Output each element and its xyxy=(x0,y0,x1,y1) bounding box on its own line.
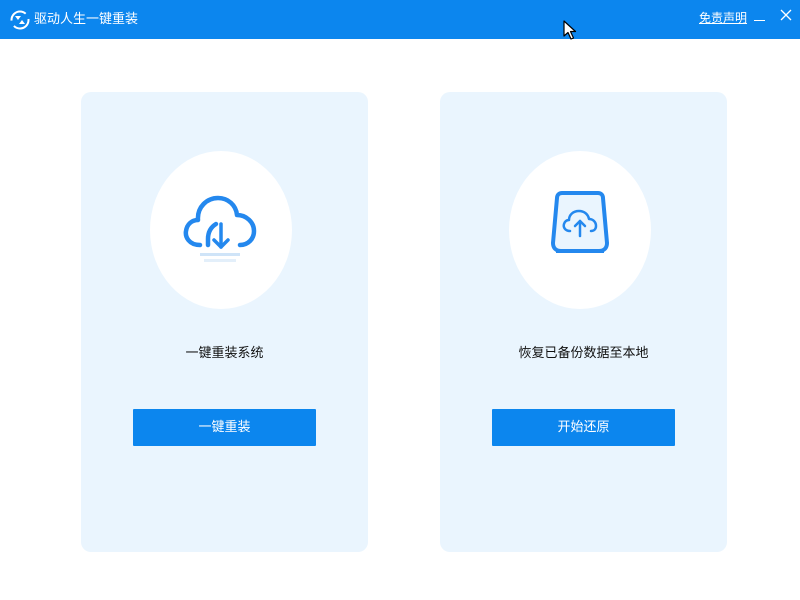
backup-restore-icon xyxy=(550,191,610,253)
restore-icon-circle xyxy=(509,151,651,309)
app-title: 驱动人生一键重装 xyxy=(34,12,139,27)
disclaimer-link[interactable]: 免责声明 xyxy=(699,10,747,26)
cloud-download-icon xyxy=(183,195,257,262)
restore-label: 恢复已备份数据至本地 xyxy=(518,346,649,361)
reinstall-icon-circle xyxy=(150,151,292,309)
restore-card: 恢复已备份数据至本地 开始还原 xyxy=(440,92,727,552)
app-logo-icon xyxy=(10,10,30,30)
close-icon[interactable] xyxy=(777,6,795,24)
restore-button[interactable]: 开始还原 xyxy=(492,409,675,446)
minimize-button[interactable] xyxy=(752,9,768,25)
reinstall-button[interactable]: 一键重装 xyxy=(133,409,316,446)
mouse-cursor-icon xyxy=(563,20,577,40)
title-bar: 驱动人生一键重装 免责声明 xyxy=(0,0,800,39)
reinstall-label: 一键重装系统 xyxy=(185,346,264,361)
reinstall-card: 一键重装系统 一键重装 xyxy=(81,92,368,552)
